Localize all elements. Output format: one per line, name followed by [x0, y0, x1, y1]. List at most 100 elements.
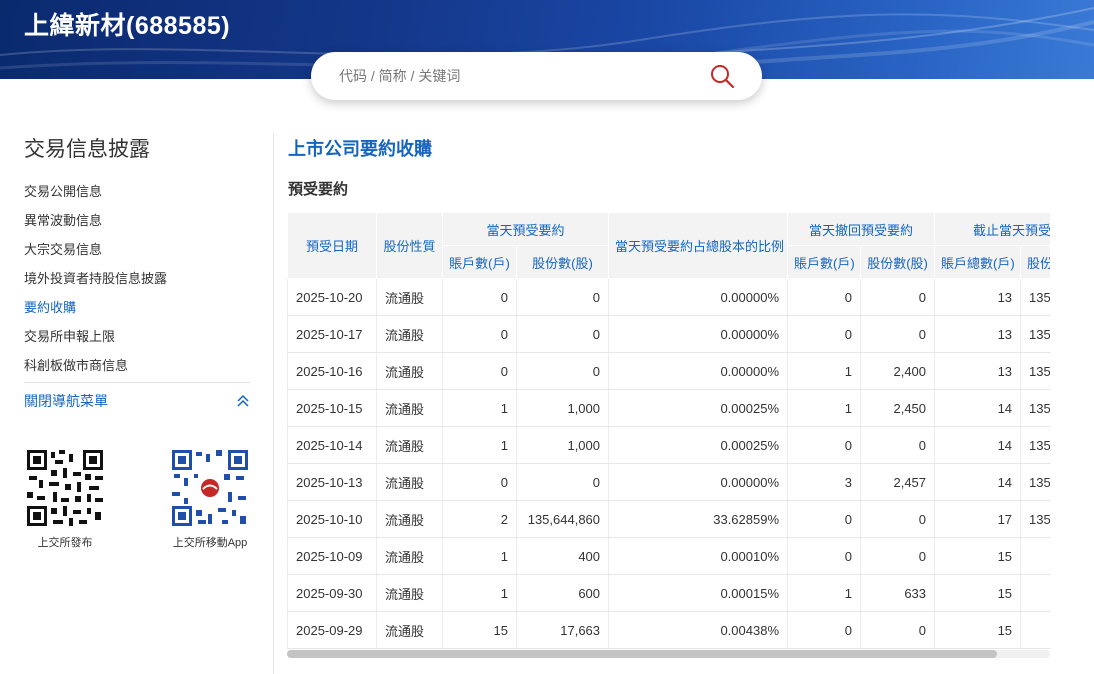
cell-total-shares: 135	[1020, 352, 1050, 390]
close-nav-menu-label: 關閉導航菜單	[24, 393, 108, 409]
page-title: 上市公司要約收購	[288, 139, 432, 159]
table-row: 2025-10-16 流通股 0 0 0.00000% 1 2,400 13 135	[287, 352, 1050, 390]
sidebar-item-block-trade[interactable]: 大宗交易信息	[24, 235, 250, 264]
header-ratio: 當天預受要約占總股本的比例	[608, 212, 789, 279]
cell-shares: 135,644,860	[515, 500, 609, 538]
cell-total-accounts: 14	[934, 463, 1021, 501]
cell-withdraw-shares: 0	[860, 500, 935, 538]
sidebar: 交易信息披露 交易公開信息 異常波動信息 大宗交易信息 境外投資者持股信息披露 …	[24, 135, 250, 380]
cell-shares: 17,663	[515, 611, 609, 649]
cell-accounts: 15	[442, 611, 517, 649]
cell-shares: 0	[515, 315, 609, 353]
cell-date: 2025-10-09	[287, 537, 377, 575]
cell-withdraw-shares: 633	[860, 574, 935, 612]
cell-withdraw-shares: 2,400	[860, 352, 935, 390]
cell-ratio: 0.00025%	[608, 389, 788, 427]
sidebar-item-market-maker[interactable]: 科創板做市商信息	[24, 351, 250, 380]
close-nav-menu-button[interactable]: 關閉導航菜單	[24, 390, 250, 412]
table-row: 2025-09-30 流通股 1 600 0.00015% 1 633 15	[287, 574, 1050, 612]
cell-accounts: 0	[442, 352, 517, 390]
qr-release: 上交所發布	[24, 448, 106, 550]
cell-date: 2025-10-10	[287, 500, 377, 538]
cell-withdraw-accounts: 0	[787, 315, 861, 353]
sidebar-nav: 交易公開信息 異常波動信息 大宗交易信息 境外投資者持股信息披露 要約收購 交易…	[24, 177, 250, 380]
cell-withdraw-shares: 2,457	[860, 463, 935, 501]
qr-code-app-icon	[170, 448, 250, 528]
cell-total-shares: 135	[1020, 463, 1050, 501]
table-row: 2025-10-17 流通股 0 0 0.00000% 0 0 13 135	[287, 315, 1050, 353]
sidebar-divider	[24, 382, 250, 383]
sidebar-item-tender-offer[interactable]: 要約收購	[24, 293, 250, 322]
table-row: 2025-10-20 流通股 0 0 0.00000% 0 0 13 135	[287, 278, 1050, 316]
cell-accounts: 0	[442, 463, 517, 501]
qr-mobile-app: 上交所移動App	[168, 448, 252, 550]
cell-withdraw-shares: 0	[860, 537, 935, 575]
cell-total-accounts: 17	[934, 500, 1021, 538]
tender-acceptance-table[interactable]: 預受日期 股份性質 當天預受要約 當天預受要約占總股本的比例 當天撤回預受要約 …	[287, 212, 1050, 650]
cell-share-type: 流通股	[376, 537, 443, 575]
scrollbar-thumb[interactable]	[287, 650, 997, 658]
cell-shares: 1,000	[515, 426, 609, 464]
cell-shares: 600	[515, 574, 609, 612]
header-group-cumulative: 截止當天預受	[934, 212, 1050, 246]
cell-date: 2025-10-15	[287, 389, 377, 427]
cell-accounts: 1	[442, 389, 517, 427]
sidebar-item-public-info[interactable]: 交易公開信息	[24, 177, 250, 206]
cell-date: 2025-10-13	[287, 463, 377, 501]
horizontal-scrollbar[interactable]	[287, 650, 1050, 658]
header-group-accept: 當天預受要約	[441, 212, 610, 246]
cell-ratio: 0.00025%	[608, 426, 788, 464]
cell-total-accounts: 14	[934, 389, 1021, 427]
cell-total-shares: 135	[1020, 278, 1050, 316]
table-row: 2025-10-15 流通股 1 1,000 0.00025% 1 2,450 14 135	[287, 389, 1050, 427]
cell-share-type: 流通股	[376, 352, 443, 390]
cell-accounts: 1	[442, 537, 517, 575]
cell-share-type: 流通股	[376, 574, 443, 612]
table-row: 2025-10-14 流通股 1 1,000 0.00025% 0 0 14 135	[287, 426, 1050, 464]
security-title: 上緯新材(688585)	[24, 12, 231, 40]
cell-shares: 0	[515, 352, 609, 390]
table-row: 2025-10-13 流通股 0 0 0.00000% 3 2,457 14 135	[287, 463, 1050, 501]
sidebar-title: 交易信息披露	[24, 138, 150, 161]
cell-share-type: 流通股	[376, 389, 443, 427]
header-date: 預受日期	[287, 212, 377, 279]
cell-total-accounts: 15	[934, 537, 1021, 575]
sidebar-item-abnormal-fluctuation[interactable]: 異常波動信息	[24, 206, 250, 235]
cell-withdraw-shares: 0	[860, 426, 935, 464]
content-divider	[273, 133, 274, 674]
cell-withdraw-accounts: 3	[787, 463, 861, 501]
cell-withdraw-accounts: 1	[787, 574, 861, 612]
cell-accounts: 1	[442, 574, 517, 612]
cell-accounts: 0	[442, 315, 517, 353]
cell-withdraw-accounts: 0	[787, 537, 861, 575]
header-total-accounts: 賬戶總數(戶)	[934, 245, 1022, 279]
section-title: 預受要約	[288, 181, 349, 198]
cell-total-shares	[1020, 537, 1050, 575]
cell-ratio: 0.00000%	[608, 463, 788, 501]
cell-withdraw-accounts: 0	[787, 278, 861, 316]
cell-share-type: 流通股	[376, 500, 443, 538]
qr-caption-app: 上交所移動App	[172, 537, 248, 549]
cell-total-accounts: 13	[934, 278, 1021, 316]
cell-withdraw-accounts: 0	[787, 611, 861, 649]
cell-shares: 0	[515, 463, 609, 501]
sidebar-item-foreign-holdings[interactable]: 境外投資者持股信息披露	[24, 264, 250, 293]
cell-withdraw-shares: 0	[860, 315, 935, 353]
cell-total-accounts: 14	[934, 426, 1021, 464]
cell-withdraw-shares: 0	[860, 278, 935, 316]
cell-share-type: 流通股	[376, 426, 443, 464]
cell-date: 2025-09-29	[287, 611, 377, 649]
chevron-up-icon	[237, 394, 249, 407]
search-input[interactable]	[339, 64, 699, 88]
search-box[interactable]	[311, 52, 762, 100]
sidebar-item-declaration-limit[interactable]: 交易所申報上限	[24, 322, 250, 351]
table-row: 2025-09-29 流通股 15 17,663 0.00438% 0 0 15	[287, 611, 1050, 649]
qr-caption-release: 上交所發布	[37, 537, 93, 549]
search-icon[interactable]	[709, 63, 735, 89]
cell-ratio: 33.62859%	[608, 500, 788, 538]
qr-code-icon	[25, 448, 105, 528]
cell-total-shares	[1020, 611, 1050, 649]
cell-total-shares: 135	[1020, 389, 1050, 427]
cell-total-shares: 135	[1020, 315, 1050, 353]
cell-date: 2025-10-14	[287, 426, 377, 464]
